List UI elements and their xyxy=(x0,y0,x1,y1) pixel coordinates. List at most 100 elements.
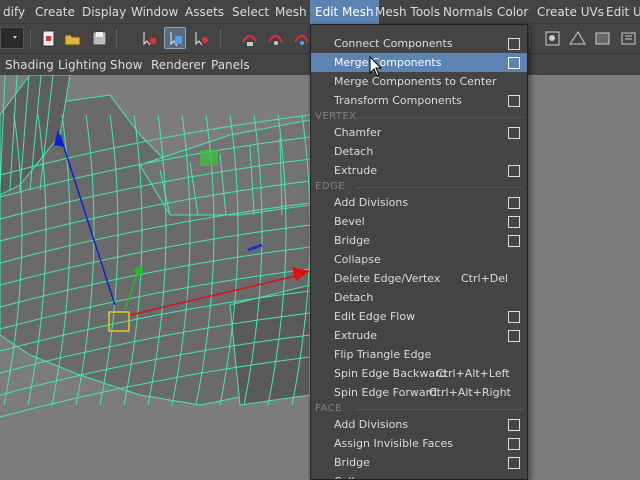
menu-set-dropdown[interactable] xyxy=(0,27,24,49)
menu-item-label: Flip Triangle Edge xyxy=(334,348,432,361)
select-hierarchy-button[interactable] xyxy=(138,27,160,49)
select-component-icon xyxy=(195,32,208,46)
menu-edit-uv[interactable]: Edit UV xyxy=(601,0,640,24)
menu-create-uvs[interactable]: Create UVs xyxy=(532,0,609,24)
snap-point-icon xyxy=(294,35,309,45)
snap-grid-icon xyxy=(242,35,257,46)
panel-menu-lighting[interactable]: Lighting xyxy=(58,55,107,75)
menu-dify[interactable]: dify xyxy=(0,0,30,24)
select-component-button[interactable] xyxy=(190,27,212,49)
menu-item-connect-components[interactable]: Connect Components xyxy=(311,34,527,53)
select-object-button[interactable] xyxy=(164,27,186,49)
menu-normals[interactable]: Normals xyxy=(438,0,498,24)
menu-item-collapse[interactable]: Collapse xyxy=(311,250,527,269)
menu-item-label: Collapse xyxy=(334,472,381,479)
menu-item-collapse[interactable]: Collapse xyxy=(311,472,527,479)
menu-item-chamfer[interactable]: Chamfer xyxy=(311,123,527,142)
option-box-icon[interactable] xyxy=(508,38,520,50)
menu-mesh-tools[interactable]: Mesh Tools xyxy=(370,0,445,24)
option-box-icon[interactable] xyxy=(508,95,520,107)
toolbar-separator xyxy=(30,30,32,48)
option-box-icon[interactable] xyxy=(508,235,520,247)
menu-item-extrude[interactable]: Extrude xyxy=(311,161,527,180)
new-scene-icon xyxy=(42,30,55,47)
option-box-icon[interactable] xyxy=(508,311,520,323)
menu-create[interactable]: Create xyxy=(30,0,80,24)
menu-divider xyxy=(355,409,523,410)
panel-menu-show[interactable]: Show xyxy=(110,55,142,75)
open-scene-button[interactable] xyxy=(61,27,83,49)
option-box-icon[interactable] xyxy=(508,197,520,209)
menu-item-label: Extrude xyxy=(334,164,378,177)
menu-window[interactable]: Window xyxy=(126,0,183,24)
menu-divider xyxy=(355,187,523,188)
option-box-icon[interactable] xyxy=(508,57,520,69)
menu-item-bridge[interactable]: Bridge xyxy=(311,453,527,472)
panel-menu-panels[interactable]: Panels xyxy=(211,55,250,75)
render-button[interactable] xyxy=(591,27,613,49)
new-scene-button[interactable] xyxy=(37,27,59,49)
menu-item-label: Delete Edge/Vertex xyxy=(334,272,441,285)
option-box-icon[interactable] xyxy=(508,438,520,450)
toolbar-separator xyxy=(529,30,531,48)
menu-item-bridge[interactable]: Bridge xyxy=(311,231,527,250)
edit-mesh-menu: Connect Components Merge Components Merge … xyxy=(310,24,528,480)
menu-item-label: Bridge xyxy=(334,234,370,247)
mesh-finger xyxy=(229,284,311,406)
menu-section-edge: EDGE xyxy=(315,181,346,192)
option-box-icon[interactable] xyxy=(508,127,520,139)
snap-point-button[interactable] xyxy=(290,27,312,49)
menu-item-merge-components-to-center[interactable]: Merge Components to Center xyxy=(311,72,527,91)
option-box-icon[interactable] xyxy=(508,216,520,228)
menu-item-flip-triangle-edge[interactable]: Flip Triangle Edge xyxy=(311,345,527,364)
snap-view-plane-button[interactable] xyxy=(541,27,563,49)
menu-assets[interactable]: Assets xyxy=(180,0,229,24)
menu-item-merge-components[interactable]: Merge Components xyxy=(311,53,527,72)
menu-item-shortcut: Ctrl+Del xyxy=(461,272,509,285)
menu-item-label: Extrude xyxy=(334,329,378,342)
select-hierarchy-icon xyxy=(143,32,156,46)
menu-item-add-divisions[interactable]: Add Divisions xyxy=(311,193,527,212)
menu-divider xyxy=(355,117,523,118)
open-scene-icon xyxy=(64,34,81,46)
menu-item-delete-edge-vertex[interactable]: Delete Edge/Vertex Ctrl+Del xyxy=(311,269,527,288)
menu-item-spin-edge-backward[interactable]: Spin Edge Backward Ctrl+Alt+Left xyxy=(311,364,527,383)
save-scene-button[interactable] xyxy=(88,27,110,49)
menu-item-label: Add Divisions xyxy=(334,196,409,209)
menu-item-assign-invisible-faces[interactable]: Assign Invisible Faces xyxy=(311,434,527,453)
menu-item-shortcut: Ctrl+Alt+Right xyxy=(429,386,511,399)
menu-item-label: Transform Components xyxy=(334,94,462,107)
snap-live-button[interactable] xyxy=(566,27,588,49)
menu-item-detach[interactable]: Detach xyxy=(311,288,527,307)
ipr-render-icon xyxy=(621,32,636,45)
toolbar-separator xyxy=(116,30,118,48)
menu-item-add-divisions[interactable]: Add Divisions xyxy=(311,415,527,434)
menu-item-label: Detach xyxy=(334,291,374,304)
menu-edit-mesh[interactable]: Edit Mesh xyxy=(310,0,379,24)
option-box-icon[interactable] xyxy=(508,330,520,342)
menu-display[interactable]: Display xyxy=(77,0,131,24)
menu-item-transform-components[interactable]: Transform Components xyxy=(311,91,527,110)
menu-color[interactable]: Color xyxy=(492,0,533,24)
menu-item-label: Add Divisions xyxy=(334,418,409,431)
ipr-render-button[interactable] xyxy=(617,27,639,49)
option-box-icon[interactable] xyxy=(508,165,520,177)
panel-menu-shading[interactable]: Shading xyxy=(5,55,54,75)
option-box-icon[interactable] xyxy=(508,419,520,431)
panel-menu-renderer[interactable]: Renderer xyxy=(151,55,206,75)
menu-item-spin-edge-forward[interactable]: Spin Edge Forward Ctrl+Alt+Right xyxy=(311,383,527,402)
menu-item-bevel[interactable]: Bevel xyxy=(311,212,527,231)
snap-grid-button[interactable] xyxy=(238,27,260,49)
snap-curve-button[interactable] xyxy=(264,27,286,49)
menu-item-label: Chamfer xyxy=(334,126,382,139)
menu-section-vertex: VERTEX xyxy=(315,111,357,122)
option-box-icon[interactable] xyxy=(508,457,520,469)
menu-item-edit-edge-flow[interactable]: Edit Edge Flow xyxy=(311,307,527,326)
menu-item-label: Bevel xyxy=(334,215,365,228)
menu-item-detach[interactable]: Detach xyxy=(311,142,527,161)
menu-item-extrude[interactable]: Extrude xyxy=(311,326,527,345)
y-axis-knob[interactable] xyxy=(135,267,143,275)
menu-section-face: FACE xyxy=(315,403,342,414)
menu-mesh[interactable]: Mesh xyxy=(270,0,312,24)
menu-select[interactable]: Select xyxy=(227,0,274,24)
